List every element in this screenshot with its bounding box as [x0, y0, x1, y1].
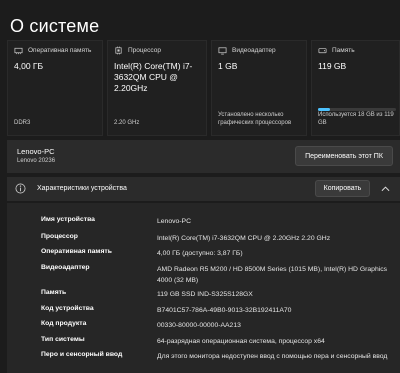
- storage-usage-text: Используется 18 GB из 119 GB: [318, 112, 394, 126]
- display-adapter-card-label: Видеоадаптер: [232, 47, 276, 54]
- ram-icon: [14, 47, 23, 55]
- display-adapter-card[interactable]: Видеоадаптер 1 GB Установлено несколько …: [211, 40, 307, 136]
- processor-card[interactable]: Процессор Intel(R) Core(TM) i7-3632QM CP…: [107, 40, 207, 136]
- device-specs-list: Имя устройства Lenovo-PC Процессор Intel…: [7, 203, 400, 373]
- processor-card-label: Процессор: [128, 47, 161, 54]
- device-name: Lenovo-PC: [17, 147, 55, 156]
- spec-key: Перо и сенсорный ввод: [41, 351, 123, 358]
- display-adapter-note: Установлено несколько графических процес…: [218, 112, 292, 126]
- spec-key: Видеоадаптер: [41, 264, 90, 271]
- page-title: О системе: [10, 16, 100, 36]
- spec-key: Память: [41, 289, 67, 296]
- rename-pc-button[interactable]: Переименовать этот ПК: [295, 146, 393, 166]
- spec-value: AMD Radeon R5 M200 / HD 8500M Series (10…: [157, 266, 388, 284]
- display-adapter-value: 1 GB: [218, 61, 238, 71]
- processor-icon: [115, 46, 122, 55]
- ram-type: DDR3: [14, 120, 31, 126]
- spec-value: Для этого монитора недоступен ввод с пом…: [157, 353, 388, 360]
- spec-value: 4,00 ГБ (доступно: 3,87 ГБ): [157, 250, 243, 257]
- spec-value: Lenovo-PC: [157, 218, 192, 225]
- storage-card[interactable]: Память 119 GB Используется 18 GB из 119 …: [311, 40, 400, 136]
- processor-speed: 2.20 GHz: [114, 120, 140, 126]
- spec-value: B7401C57-786A-49B0-9013-32B192411A70: [157, 307, 292, 314]
- spec-value: 119 GB SSD IND-S325S128GX: [157, 291, 253, 298]
- spec-key: Оперативная память: [41, 248, 112, 255]
- device-name-section: Lenovo-PC Lenovo 20236 Переименовать это…: [7, 140, 400, 173]
- storage-icon: [318, 48, 327, 54]
- chevron-up-icon[interactable]: [381, 185, 390, 192]
- processor-value: Intel(R) Core(TM) i7-3632QM CPU @ 2.20GH…: [114, 61, 193, 93]
- spec-value: Intel(R) Core(TM) i7-3632QM CPU @ 2.20GH…: [157, 235, 331, 242]
- summary-cards: Оперативная память 4,00 ГБ DDR3 Процессо…: [7, 40, 400, 136]
- spec-value: 00330-80000-00000-AA213: [157, 322, 241, 329]
- info-icon: [15, 183, 26, 194]
- spec-value: 64-разрядная операционная система, проце…: [157, 338, 325, 345]
- ram-card[interactable]: Оперативная память 4,00 ГБ DDR3: [7, 40, 103, 136]
- device-specs-header[interactable]: Характеристики устройства Копировать: [7, 177, 400, 201]
- storage-card-label: Память: [332, 47, 355, 54]
- ram-card-label: Оперативная память: [28, 47, 92, 54]
- spec-key: Имя устройства: [41, 216, 95, 223]
- spec-key: Код продукта: [41, 320, 87, 327]
- device-model: Lenovo 20236: [17, 158, 56, 164]
- copy-button[interactable]: Копировать: [315, 180, 370, 197]
- spec-key: Код устройства: [41, 305, 94, 312]
- spec-key: Процессор: [41, 233, 78, 240]
- storage-value: 119 GB: [318, 61, 347, 71]
- device-specs-title: Характеристики устройства: [37, 185, 127, 192]
- spec-key: Тип системы: [41, 336, 85, 343]
- display-adapter-icon: [218, 47, 227, 55]
- ram-value: 4,00 ГБ: [14, 61, 44, 71]
